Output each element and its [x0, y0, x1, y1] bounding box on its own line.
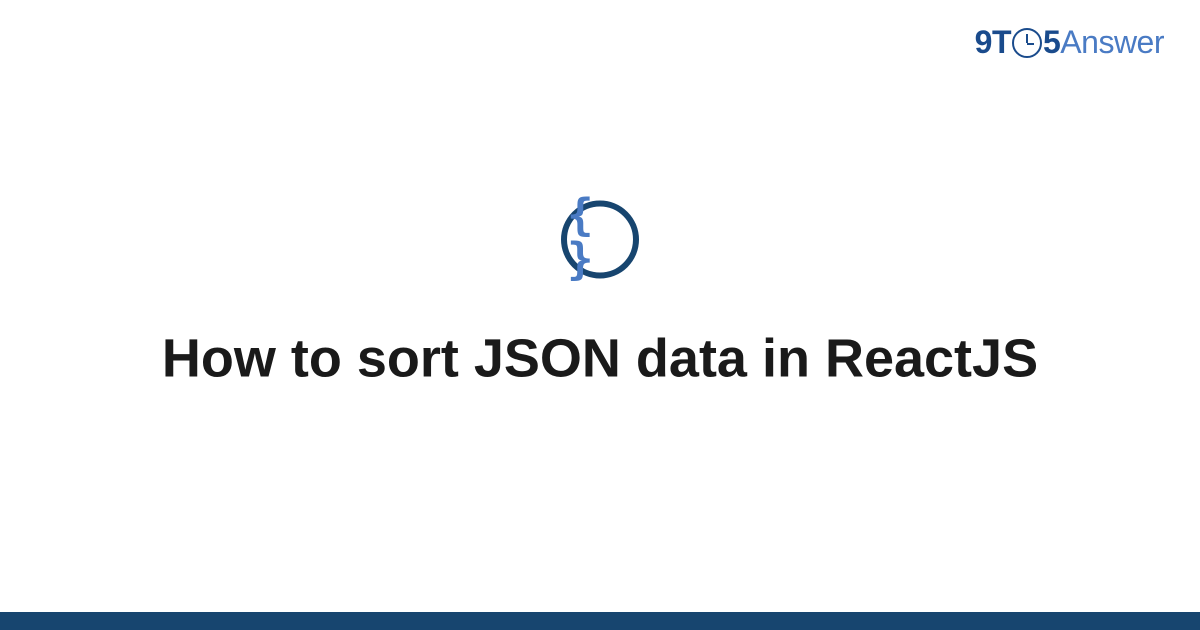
topic-badge: { }	[561, 201, 639, 279]
main-content: { } How to sort JSON data in ReactJS	[0, 201, 1200, 392]
logo-text-nine: 9	[975, 24, 992, 61]
logo-text-five: 5	[1043, 24, 1060, 61]
clock-icon	[1012, 28, 1042, 58]
logo-text-answer: Answer	[1060, 24, 1164, 61]
logo-text-t: T	[992, 24, 1011, 61]
footer-accent-bar	[0, 612, 1200, 630]
site-logo[interactable]: 9 T 5 Answer	[975, 24, 1164, 61]
question-title: How to sort JSON data in ReactJS	[122, 327, 1078, 392]
json-braces-icon: { }	[567, 194, 633, 282]
